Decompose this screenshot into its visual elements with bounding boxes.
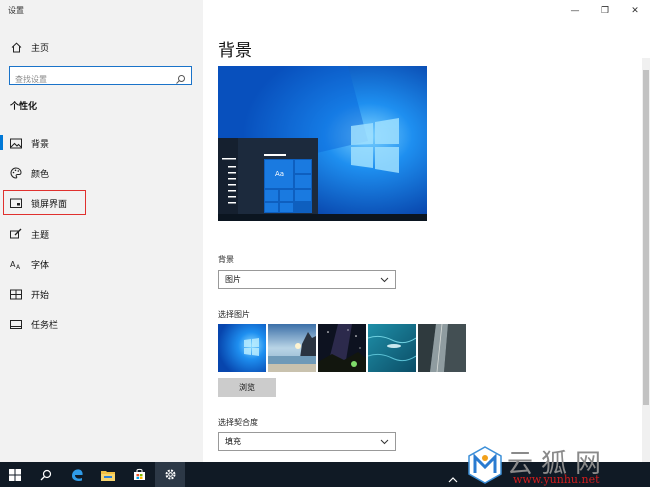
taskbar-icon	[10, 318, 22, 330]
watermark: 云狐网 www.yunhu.net	[463, 443, 650, 487]
search-input[interactable]	[10, 71, 170, 88]
settings-icon[interactable]	[155, 462, 185, 487]
sidebar-item-colors[interactable]: 颜色	[0, 158, 203, 188]
section-title: 个性化	[10, 102, 38, 112]
restore-button[interactable]: ❐	[590, 0, 620, 22]
search-icon[interactable]	[31, 462, 61, 487]
background-type-value: 图片	[225, 275, 241, 284]
palette-icon	[10, 167, 22, 179]
desktop-wallpaper-preview: Aa	[218, 66, 427, 221]
scroll-up-arrow-icon[interactable]	[643, 60, 649, 74]
chevron-up-icon[interactable]	[448, 470, 458, 483]
sidebar-item-label: 颜色	[31, 169, 50, 180]
browse-button[interactable]: 浏览	[218, 378, 276, 397]
start-grid-icon	[10, 288, 22, 300]
file-explorer-icon[interactable]	[93, 462, 123, 487]
sidebar-item-label: 开始	[31, 290, 50, 301]
page-title: 背景	[218, 41, 252, 61]
thumbnail-cliff-road[interactable]	[418, 324, 466, 372]
home-icon	[10, 41, 22, 53]
search-box[interactable]	[9, 66, 192, 88]
scrollbar[interactable]	[642, 58, 650, 468]
sidebar: 设置 主页 个性化 背景 颜色	[0, 0, 203, 462]
background-label: 背景	[218, 255, 234, 264]
chevron-down-icon	[380, 275, 389, 284]
sidebar-item-label: 主题	[31, 230, 50, 241]
window-controls: — ❐ ✕	[560, 0, 650, 22]
edge-icon[interactable]	[62, 462, 92, 487]
sidebar-item-fonts[interactable]: AA 字体	[0, 249, 203, 279]
image-icon	[10, 137, 22, 149]
sidebar-item-background[interactable]: 背景	[0, 128, 203, 158]
fit-select[interactable]: 填充	[218, 432, 396, 451]
sidebar-item-start[interactable]: 开始	[0, 279, 203, 309]
scrollbar-thumb[interactable]	[643, 70, 649, 405]
thumbnail-beach-rocks[interactable]	[268, 324, 316, 372]
picture-thumbnails	[218, 324, 466, 372]
theme-brush-icon	[10, 228, 22, 240]
sidebar-item-home[interactable]: 主页	[0, 32, 203, 62]
background-type-select[interactable]: 图片	[218, 270, 396, 289]
font-icon: AA	[10, 258, 22, 270]
watermark-url: www.yunhu.net	[513, 473, 600, 486]
watermark-logo-icon	[468, 446, 502, 484]
sidebar-item-label: 任务栏	[31, 320, 59, 331]
app-title: 设置	[8, 6, 24, 15]
store-icon[interactable]	[124, 462, 154, 487]
highlight-box	[3, 190, 86, 215]
thumbnail-night-sky[interactable]	[318, 324, 366, 372]
background-preview: Aa	[218, 66, 427, 221]
chevron-down-icon	[380, 437, 389, 446]
sidebar-item-label: 字体	[31, 260, 50, 271]
close-button[interactable]: ✕	[620, 0, 650, 22]
sidebar-item-label: 背景	[31, 139, 50, 150]
settings-window: 设置 主页 个性化 背景 颜色	[0, 0, 650, 468]
svg-text:A: A	[16, 264, 21, 270]
start-icon[interactable]	[0, 462, 30, 487]
thumbnail-ocean-swimmer[interactable]	[368, 324, 416, 372]
search-icon[interactable]	[175, 70, 186, 84]
choose-picture-label: 选择图片	[218, 310, 250, 319]
svg-text:Aa: Aa	[275, 170, 284, 178]
sidebar-item-label: 主页	[31, 43, 50, 54]
sidebar-item-themes[interactable]: 主题	[0, 219, 203, 249]
main-content: — ❐ ✕ 背景 Aa 背景 图片 选择图片 浏览 选择契合度 填充	[203, 0, 650, 468]
fit-value: 填充	[225, 437, 241, 446]
minimize-button[interactable]: —	[560, 0, 590, 22]
sidebar-item-taskbar[interactable]: 任务栏	[0, 309, 203, 339]
fit-label: 选择契合度	[218, 418, 258, 427]
thumbnail-windows-blue[interactable]	[218, 324, 266, 372]
